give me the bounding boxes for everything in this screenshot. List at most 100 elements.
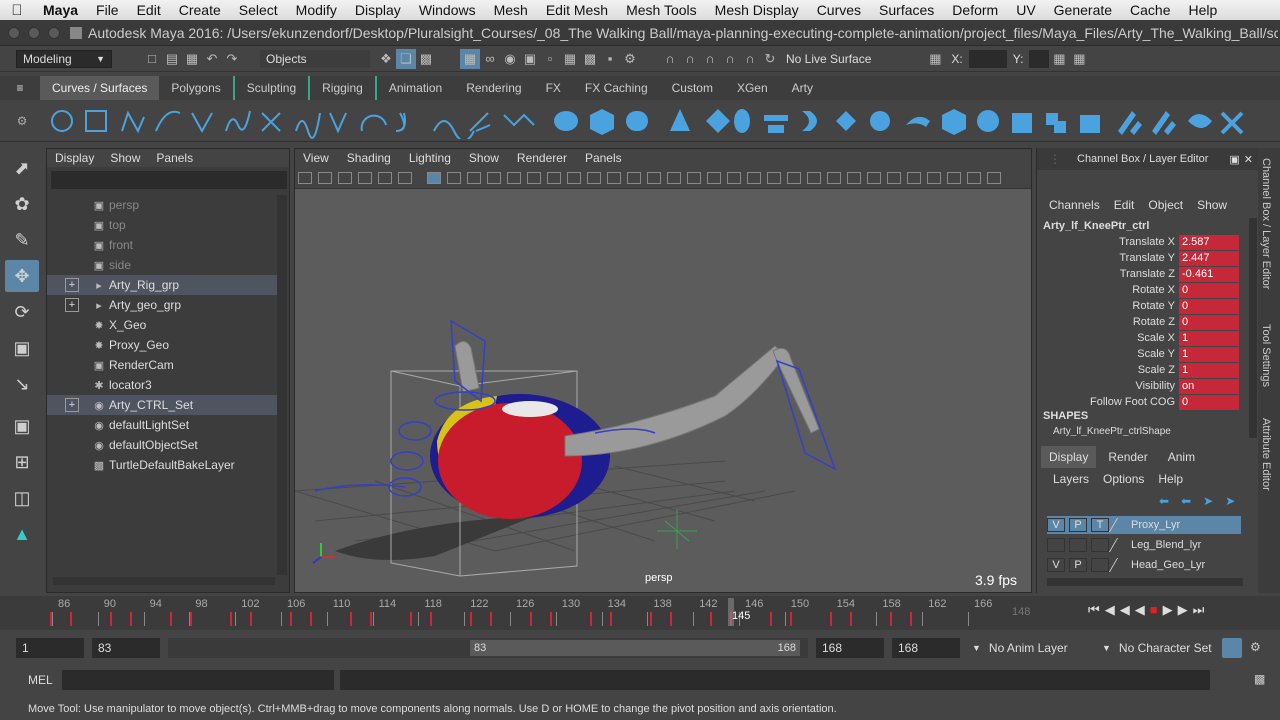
tab-xgen[interactable]: XGen <box>725 76 780 100</box>
channel-row[interactable]: Follow Foot COG 0 <box>1037 394 1247 410</box>
close-icon[interactable]: ✕ <box>1244 153 1253 166</box>
layer-row[interactable]: Leg_Blend_lyr <box>1047 536 1241 554</box>
tab-sculpting[interactable]: Sculpting <box>232 76 311 100</box>
help-menu[interactable]: Help <box>1158 472 1183 486</box>
x-field[interactable] <box>968 49 1007 68</box>
end-frame-field[interactable]: 148 <box>1012 606 1030 618</box>
close-window-button[interactable] <box>8 26 20 39</box>
selection-mode-dropdown[interactable]: Objects <box>260 49 370 68</box>
channel-value[interactable]: 1 <box>1179 346 1239 362</box>
outliner-item[interactable]: ▣ RenderCam <box>47 355 277 375</box>
layer-p-toggle[interactable]: P <box>1069 518 1087 532</box>
history-icon[interactable]: ▦ <box>560 49 580 69</box>
channel-label[interactable]: Translate Z <box>1037 268 1179 280</box>
layer-horizontal-scrollbar[interactable] <box>1047 578 1243 586</box>
grid-icon[interactable]: ▦ <box>925 49 945 69</box>
channel-value[interactable]: 2.447 <box>1179 250 1239 266</box>
script-language-label[interactable]: MEL <box>28 673 53 687</box>
outliner-item[interactable]: ▣ side <box>47 255 277 275</box>
range-end-field[interactable]: 168 <box>816 638 884 658</box>
menu-display[interactable]: Display <box>346 2 410 18</box>
go-to-start-icon[interactable]: ⏮ <box>1088 602 1100 618</box>
save-scene-icon[interactable]: ▦ <box>182 49 202 69</box>
snap-view-icon[interactable]: ▣ <box>520 49 540 69</box>
expand-icon[interactable]: + <box>65 278 79 292</box>
outliner-item[interactable]: ▣ top <box>47 215 277 235</box>
select-tool-icon[interactable]: ⬈ <box>5 152 39 184</box>
layer-t-toggle[interactable]: T <box>1091 518 1109 532</box>
channel-value[interactable]: 1 <box>1179 362 1239 378</box>
open-scene-icon[interactable]: ▤ <box>162 49 182 69</box>
outliner-item[interactable]: ▣ front <box>47 235 277 255</box>
edit-menu[interactable]: Edit <box>1114 198 1135 212</box>
channel-row[interactable]: Rotate Y0 <box>1037 298 1247 314</box>
menu-modify[interactable]: Modify <box>287 2 346 18</box>
auto-key-icon[interactable] <box>1222 638 1242 658</box>
float-panel-icon[interactable]: ▣ <box>1229 153 1239 166</box>
layout-four-icon[interactable]: ⊞ <box>5 446 39 478</box>
outliner-scrollbar[interactable] <box>277 195 287 575</box>
menu-uv[interactable]: UV <box>1007 2 1044 18</box>
outliner-item[interactable]: + ◉ Arty_CTRL_Set <box>47 395 277 415</box>
menu-file[interactable]: File <box>87 2 128 18</box>
side-tab-channel-box[interactable]: Channel Box / Layer Editor <box>1260 158 1272 289</box>
channel-label[interactable]: Rotate Y <box>1037 300 1179 312</box>
tab-arty[interactable]: Arty <box>780 76 825 100</box>
shelf-menu-icon[interactable]: ≡ <box>0 81 40 95</box>
range-start-field[interactable]: 83 <box>92 638 160 658</box>
command-input[interactable] <box>62 670 334 690</box>
play-backwards-icon[interactable]: ◀ <box>1135 602 1145 618</box>
channel-label[interactable]: Scale X <box>1037 332 1179 344</box>
animation-prefs-icon[interactable]: ⚙ <box>1250 640 1261 654</box>
viewport-menu-lighting[interactable]: Lighting <box>401 151 461 165</box>
tab-custom[interactable]: Custom <box>660 76 725 100</box>
menu-select[interactable]: Select <box>230 2 287 18</box>
layer-color-icon[interactable] <box>1108 538 1132 552</box>
reflect-icon[interactable]: ∩ <box>720 49 740 69</box>
soft-select-icon[interactable]: ∩ <box>700 49 720 69</box>
channels-menu[interactable]: Channels <box>1049 198 1100 212</box>
menu-generate[interactable]: Generate <box>1045 2 1121 18</box>
channel-label[interactable]: Translate X <box>1037 236 1179 248</box>
paint-select-tool-icon[interactable]: ✎ <box>5 224 39 256</box>
layer-row[interactable]: V P Head_Geo_Lyr <box>1047 556 1241 574</box>
last-tool-icon[interactable]: ↘ <box>5 368 39 400</box>
layer-p-toggle[interactable] <box>1069 538 1087 552</box>
tab-rendering[interactable]: Rendering <box>454 76 533 100</box>
channel-label[interactable]: Translate Y <box>1037 252 1179 264</box>
channel-row[interactable]: Translate Z -0.461 <box>1037 266 1247 282</box>
apple-icon[interactable]:  <box>0 2 34 19</box>
tab-animation[interactable]: Animation <box>377 76 454 100</box>
tab-display[interactable]: Display <box>1041 446 1097 468</box>
channel-row[interactable]: Translate Y 2.447 <box>1037 250 1247 266</box>
menu-cache[interactable]: Cache <box>1121 2 1179 18</box>
outliner-horizontal-scrollbar[interactable] <box>53 577 275 585</box>
tab-fx-caching[interactable]: FX Caching <box>573 76 660 100</box>
refresh-icon[interactable]: ↻ <box>760 49 780 69</box>
shelf-icons[interactable] <box>44 103 1274 139</box>
menu-edit[interactable]: Edit <box>128 2 170 18</box>
lasso-tool-icon[interactable]: ✿ <box>5 188 39 220</box>
object-menu[interactable]: Object <box>1148 198 1183 212</box>
new-scene-icon[interactable]: □ <box>142 49 162 69</box>
menu-curves[interactable]: Curves <box>808 2 870 18</box>
expand-icon[interactable]: + <box>65 398 79 412</box>
layer-p-toggle[interactable]: P <box>1069 558 1087 572</box>
tab-fx[interactable]: FX <box>534 76 573 100</box>
layers-menu[interactable]: Layers <box>1053 472 1089 486</box>
viewport-scene[interactable] <box>295 191 1032 591</box>
sidebar-toggle-icon[interactable]: ▦ <box>1049 49 1069 69</box>
viewport-menu-shading[interactable]: Shading <box>339 151 401 165</box>
channel-row[interactable]: Scale Z1 <box>1037 362 1247 378</box>
channel-label[interactable]: Follow Foot COG <box>1037 396 1179 408</box>
layer-t-toggle[interactable] <box>1091 538 1109 552</box>
channel-value[interactable]: 0 <box>1179 394 1239 410</box>
outliner-item[interactable]: ✸ X_Geo <box>47 315 277 335</box>
menu-mesh-display[interactable]: Mesh Display <box>706 2 808 18</box>
layer-v-toggle[interactable]: V <box>1047 558 1065 572</box>
magnet-icon[interactable]: ∩ <box>660 49 680 69</box>
channel-row[interactable]: Scale X1 <box>1037 330 1247 346</box>
channel-label[interactable]: Rotate Z <box>1037 316 1179 328</box>
viewport-menu-view[interactable]: View <box>295 151 339 165</box>
scale-tool-icon[interactable]: ▣ <box>5 332 39 364</box>
